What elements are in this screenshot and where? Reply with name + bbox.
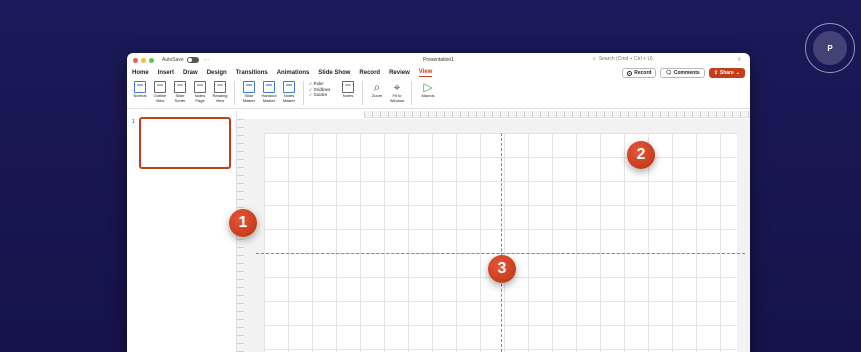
normal-view-label: Normal [133, 93, 147, 98]
zoom-label: Zoom [371, 93, 383, 98]
autosave-toggle[interactable] [186, 57, 199, 63]
record-button[interactable]: Record [622, 68, 657, 78]
toolbar-divider [411, 81, 412, 105]
share-label: Share [719, 70, 734, 76]
comments-button[interactable]: 🗨 Comments [660, 68, 705, 78]
comments-label: Comments [673, 70, 700, 76]
more-options-button[interactable]: ··· [204, 57, 210, 63]
notes-icon [342, 81, 354, 93]
tab-insert[interactable]: Insert [158, 70, 174, 76]
fit-to-window-label: Fit to Window [389, 93, 405, 103]
notes-master-icon [283, 81, 295, 93]
toolbar-divider [234, 81, 235, 105]
autosave-label: AutoSave [162, 57, 184, 63]
callout-marker-1: 1 [229, 209, 257, 237]
record-label: Record [634, 70, 652, 76]
share-button[interactable]: ⇪ Share ⌄ [708, 68, 745, 78]
play-icon: ▷ [423, 80, 433, 94]
slide-master-label: Slide Master [242, 93, 256, 103]
macros-label: Macros [421, 93, 435, 98]
toolbar-divider [303, 81, 304, 105]
slide-thumbnails-pane: 1 [127, 111, 237, 352]
powerpoint-window: AutoSave ··· Presentation1 ⌕ Search (Cmd… [127, 53, 750, 352]
view-toolbar: Normal Outline View Slide Sorter Notes P… [127, 79, 750, 109]
zoom-button[interactable]: ⌕ Zoom [368, 81, 386, 99]
slide-sorter-label: Slide Sorter [174, 93, 186, 103]
handout-master-icon [263, 81, 275, 93]
guides-checkbox[interactable]: ✓ Guides [309, 92, 337, 98]
slide-sorter-icon [174, 81, 186, 93]
outline-view-label: Outline View [153, 93, 167, 103]
toolbar-divider [362, 81, 363, 105]
record-icon [627, 70, 633, 76]
minimize-window-button[interactable] [141, 57, 146, 63]
tab-design[interactable]: Design [207, 70, 227, 76]
close-window-button[interactable] [133, 57, 138, 63]
tab-home[interactable]: Home [132, 70, 149, 76]
slide-canvas-area [244, 119, 750, 352]
reading-view-label: Reading View [212, 93, 228, 103]
vertical-guide[interactable] [501, 133, 502, 352]
tab-transitions[interactable]: Transitions [236, 70, 268, 76]
search-box[interactable]: ⌕ Search (Cmd + Ctrl + U) [593, 56, 653, 62]
macros-button[interactable]: ▷ Macros [417, 81, 439, 99]
slide-editor[interactable] [256, 133, 745, 352]
tab-record[interactable]: Record [359, 70, 380, 76]
comment-icon: 🗨 [665, 70, 672, 76]
reading-view-button[interactable]: Reading View [211, 81, 229, 103]
fit-to-window-button[interactable]: ⌖ Fit to Window [388, 81, 406, 103]
show-options-group: ✓ Ruler ✓ Gridlines ✓ Guides [309, 81, 337, 98]
fit-window-icon: ⌖ [393, 80, 401, 94]
title-bar: AutoSave ··· Presentation1 ⌕ Search (Cmd… [127, 53, 750, 67]
notes-button[interactable]: Notes [339, 81, 357, 99]
document-title: Presentation1 [423, 57, 454, 63]
handout-master-button[interactable]: Handout Master [260, 81, 278, 103]
normal-view-icon [134, 81, 146, 93]
search-placeholder: Search (Cmd + Ctrl + U) [598, 56, 653, 62]
notes-master-label: Notes Master [282, 93, 296, 103]
callout-marker-2: 2 [627, 141, 655, 169]
slide-master-button[interactable]: Slide Master [240, 81, 258, 103]
outline-view-button[interactable]: Outline View [151, 81, 169, 103]
ribbon-tabs: Home Insert Draw Design Transitions Anim… [127, 67, 750, 79]
slide-sorter-button[interactable]: Slide Sorter [171, 81, 189, 103]
tab-draw[interactable]: Draw [183, 70, 198, 76]
normal-view-button[interactable]: Normal [131, 81, 149, 99]
slide-number: 1 [132, 119, 135, 125]
tab-animations[interactable]: Animations [277, 70, 310, 76]
notes-label: Notes [342, 93, 354, 98]
zoom-window-button[interactable] [149, 57, 154, 63]
logo-icon: P [813, 31, 847, 65]
search-icon: ⌕ [593, 56, 596, 62]
slide-master-icon [243, 81, 255, 93]
outline-view-icon [154, 81, 166, 93]
tab-view[interactable]: View [418, 69, 433, 77]
chevron-down-icon: ⌄ [735, 70, 740, 76]
horizontal-guide[interactable] [256, 253, 745, 254]
share-icon: ⇪ [713, 70, 718, 76]
tab-slide-show[interactable]: Slide Show [318, 70, 350, 76]
notes-page-icon [194, 81, 206, 93]
callout-marker-3: 3 [488, 255, 516, 283]
magnifier-icon: ⌕ [373, 80, 381, 94]
site-logo: P [805, 23, 855, 73]
notes-page-button[interactable]: Notes Page [191, 81, 209, 103]
horizontal-ruler [364, 111, 750, 118]
notes-page-label: Notes Page [194, 93, 206, 103]
lightbulb-icon[interactable]: ♁ [737, 56, 742, 63]
handout-master-label: Handout Master [261, 93, 277, 103]
reading-view-icon [214, 81, 226, 93]
slide-thumbnail[interactable] [139, 117, 231, 169]
notes-master-button[interactable]: Notes Master [280, 81, 298, 103]
tab-review[interactable]: Review [389, 70, 410, 76]
ribbon-actions: Record 🗨 Comments ⇪ Share ⌄ [622, 68, 745, 78]
